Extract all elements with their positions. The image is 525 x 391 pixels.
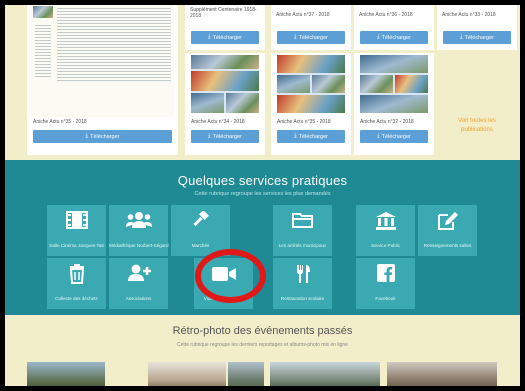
tile-label: Salle Cinéma Jacques-Tati — [49, 243, 104, 248]
tile-label: Associations — [125, 296, 152, 301]
tile-marches[interactable]: Marchés — [171, 205, 230, 256]
institution-icon — [356, 211, 415, 237]
tile-label: Facebook — [375, 296, 396, 301]
download-icon: ⤓ — [293, 133, 297, 139]
retro-photo-section: Rétro-photo des événements passés Cette … — [5, 315, 520, 386]
download-button[interactable]: ⤓ Télécharger — [360, 130, 428, 143]
album-photo[interactable] — [387, 362, 497, 386]
publication-card: Aniche Actu n°36 - 2018 ⤓ Télécharger — [354, 5, 434, 50]
services-title: Quelques services pratiques — [177, 173, 348, 188]
cutlery-icon — [273, 264, 332, 290]
tile-label: Collecte des déchets — [55, 296, 98, 301]
tile-associations[interactable]: Associations — [109, 258, 168, 309]
album-photo[interactable] — [228, 362, 264, 386]
retro-subtitle: Cette rubrique regroupe les derniers rep… — [177, 342, 348, 348]
publication-caption: Aniche Actu n°36 - 2018 — [359, 12, 413, 18]
publication-cover[interactable] — [360, 55, 428, 113]
download-button[interactable]: ⤓ Télécharger — [443, 31, 511, 44]
tile-label: Médiathèque Norbert-Ségard — [109, 243, 169, 248]
download-icon: ⤓ — [207, 133, 211, 139]
tile-label: Service Public — [370, 243, 401, 248]
tile-facebook[interactable]: Facebook — [356, 258, 415, 309]
publications-section: Aniche Actu n°35 - 2018 ⤓ Télécharger Su… — [5, 5, 520, 160]
download-icon: ⤓ — [207, 34, 211, 40]
download-button[interactable]: ⤓ Télécharger — [33, 130, 172, 143]
tile-label: Marchés — [191, 243, 210, 248]
page: Aniche Actu n°35 - 2018 ⤓ Télécharger Su… — [0, 0, 525, 391]
tile-mediatheque[interactable]: Médiathèque Norbert-Ségard — [109, 205, 169, 256]
newspaper-scan[interactable] — [31, 5, 174, 117]
tile-collecte-dechets[interactable]: Collecte des déchets — [47, 258, 106, 309]
publication-caption: Aniche Actu n°33 - 2018 — [442, 12, 496, 18]
download-label: Télécharger — [212, 133, 242, 140]
retro-title: Rétro-photo des événements passés — [172, 325, 353, 337]
download-button[interactable]: ⤓ Télécharger — [277, 130, 345, 143]
download-label: Télécharger — [212, 34, 242, 41]
publication-cover[interactable] — [191, 55, 259, 113]
publication-card: Aniche Actu n°32 - 2018 ⤓ Télécharger — [354, 53, 434, 155]
folder-icon — [273, 211, 332, 235]
download-icon: ⤓ — [293, 34, 297, 40]
add-user-icon — [109, 264, 168, 288]
download-label: Télécharger — [298, 133, 328, 140]
highlight-circle — [195, 249, 266, 303]
album-photo[interactable] — [270, 362, 380, 386]
group-icon — [109, 211, 168, 235]
publication-caption: Supplément Centenaire 1918-2018 — [190, 7, 257, 19]
download-label: Télécharger — [90, 133, 120, 140]
see-all-publications-link[interactable]: Voir toutes les publications — [450, 117, 504, 135]
services-section: Quelques services pratiques Cette rubriq… — [5, 160, 520, 315]
tile-label: Les arrêtés municipaux — [278, 243, 327, 248]
download-icon: ⤓ — [85, 133, 89, 139]
publication-card: Aniche Actu n°35 - 2018 ⤓ Télécharger — [27, 5, 178, 155]
download-button[interactable]: ⤓ Télécharger — [360, 31, 428, 44]
publication-caption: Aniche Actu n°32 - 2018 — [360, 119, 414, 125]
publication-caption: Aniche Actu n°37 - 2018 — [276, 12, 330, 18]
facebook-icon — [356, 264, 415, 288]
edit-icon — [418, 211, 477, 237]
tile-renseignements-salles[interactable]: Renseignements salles — [418, 205, 477, 256]
tile-cinema[interactable]: Salle Cinéma Jacques-Tati — [47, 205, 106, 256]
publication-card: Aniche Actu n°37 - 2018 ⤓ Télécharger — [271, 5, 351, 50]
trash-icon — [47, 264, 106, 290]
publication-caption: Aniche Actu n°35 - 2018 — [277, 119, 331, 125]
services-subtitle: Cette rubrique regroupe les services les… — [194, 191, 331, 197]
download-label: Télécharger — [298, 34, 328, 41]
download-label: Télécharger — [464, 34, 494, 41]
download-label: Télécharger — [381, 34, 411, 41]
download-icon: ⤓ — [459, 34, 463, 40]
publication-card: Aniche Actu n°33 - 2018 ⤓ Télécharger — [437, 5, 517, 50]
publication-cover[interactable] — [277, 55, 345, 113]
publication-card: Aniche Actu n°34 - 2018 ⤓ Télécharger — [185, 53, 265, 155]
film-icon — [47, 211, 106, 235]
gavel-icon — [171, 210, 230, 237]
tile-service-public[interactable]: Service Public — [356, 205, 415, 256]
publication-card: Supplément Centenaire 1918-2018 ⤓ Téléch… — [185, 5, 265, 50]
album-photo[interactable] — [148, 362, 226, 386]
download-button[interactable]: ⤓ Télécharger — [277, 31, 345, 44]
download-icon: ⤓ — [376, 34, 380, 40]
publication-card: Aniche Actu n°35 - 2018 ⤓ Télécharger — [271, 53, 351, 155]
publication-caption: Aniche Actu n°34 - 2018 — [191, 119, 245, 125]
tile-restauration-scolaire[interactable]: Restauration scolaire — [273, 258, 332, 309]
tile-arretes[interactable]: Les arrêtés municipaux — [273, 205, 332, 256]
download-button[interactable]: ⤓ Télécharger — [191, 31, 259, 44]
album-photo[interactable] — [27, 362, 105, 386]
tile-label: Restauration scolaire — [280, 296, 325, 301]
tile-label: Renseignements salles — [423, 243, 472, 248]
download-button[interactable]: ⤓ Télécharger — [191, 130, 259, 143]
download-label: Télécharger — [381, 133, 411, 140]
publication-caption: Aniche Actu n°35 - 2018 — [33, 119, 87, 125]
download-icon: ⤓ — [376, 133, 380, 139]
